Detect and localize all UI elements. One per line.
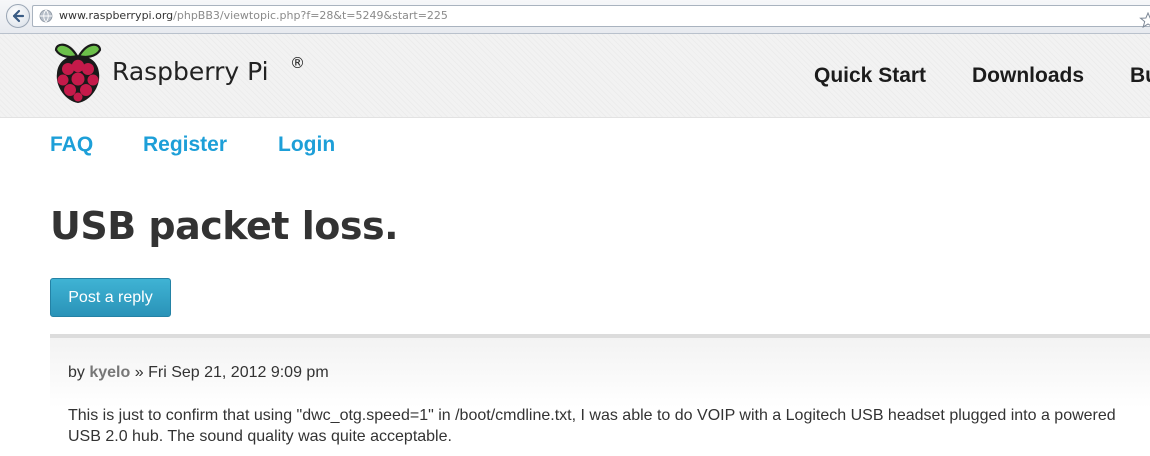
star-icon[interactable] bbox=[1139, 12, 1150, 28]
post-meta: by kyelo » Fri Sep 21, 2012 9:09 pm bbox=[68, 364, 329, 382]
post: by kyelo » Fri Sep 21, 2012 9:09 pm This… bbox=[50, 334, 1150, 456]
globe-icon bbox=[39, 9, 53, 23]
nav-faq[interactable]: FAQ bbox=[50, 133, 93, 157]
url-path: /phpBB3/viewtopic.php?f=28&t=5249&start=… bbox=[173, 9, 448, 22]
post-by-label: by bbox=[68, 364, 85, 381]
post-body: This is just to confirm that using "dwc_… bbox=[68, 407, 1116, 445]
back-arrow-icon bbox=[12, 9, 25, 23]
site-name[interactable]: Raspberry Pi bbox=[112, 57, 269, 86]
nav-login[interactable]: Login bbox=[278, 133, 335, 157]
browser-toolbar: www.raspberrypi.org/phpBB3/viewtopic.php… bbox=[0, 0, 1150, 34]
nav-downloads[interactable]: Downloads bbox=[972, 64, 1084, 88]
nav-quick-start[interactable]: Quick Start bbox=[814, 64, 926, 88]
site-header: Raspberry Pi ® Quick Start Downloads Bu bbox=[0, 34, 1150, 118]
topic-title[interactable]: USB packet loss. bbox=[50, 204, 399, 248]
post-reply-button[interactable]: Post a reply bbox=[50, 278, 171, 317]
raspberry-logo-icon[interactable] bbox=[50, 39, 106, 107]
address-bar[interactable]: www.raspberrypi.org/phpBB3/viewtopic.php… bbox=[32, 5, 1150, 28]
url-domain: www.raspberrypi.org bbox=[59, 9, 174, 22]
url-text: www.raspberrypi.org/phpBB3/viewtopic.php… bbox=[59, 9, 448, 22]
nav-truncated-item[interactable]: Bu bbox=[1130, 64, 1150, 88]
post-author[interactable]: kyelo bbox=[89, 364, 130, 381]
registered-mark: ® bbox=[290, 54, 305, 72]
post-separator: » bbox=[134, 364, 144, 381]
post-date: Fri Sep 21, 2012 9:09 pm bbox=[148, 364, 329, 381]
back-button[interactable] bbox=[6, 4, 30, 28]
nav-register[interactable]: Register bbox=[143, 133, 227, 157]
